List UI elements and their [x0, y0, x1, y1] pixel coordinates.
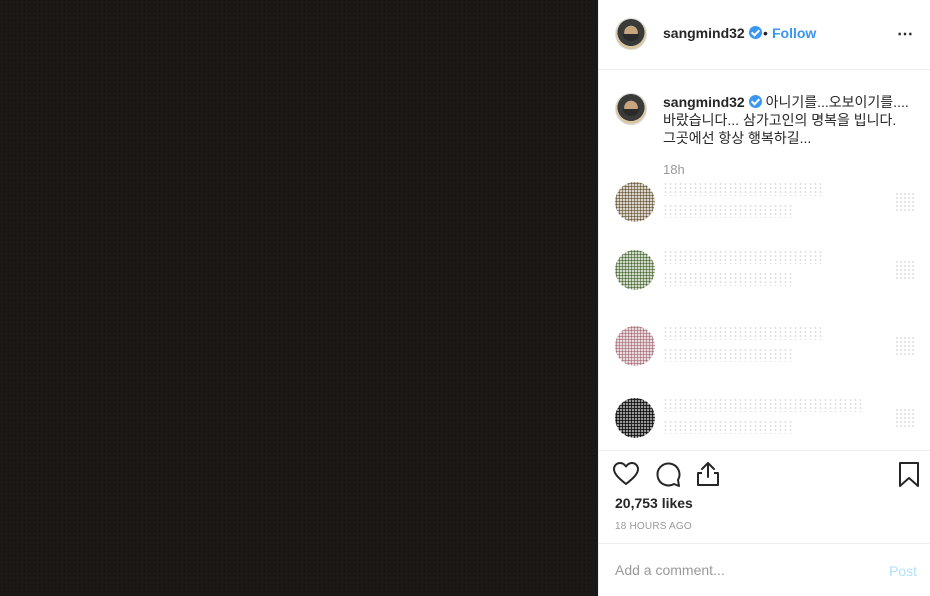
blurred-comment [615, 182, 915, 230]
username-link[interactable]: sangmind32 [663, 25, 745, 41]
comments-list[interactable]: sangmind32 아니기를...오보이기를.... 바랐습니다... 삼가고… [599, 70, 930, 450]
blurred-comment-text [663, 204, 793, 218]
post-timestamp[interactable]: 18 HOURS AGO [615, 521, 692, 532]
blurred-heart-icon [895, 336, 915, 356]
separator-dot: • [763, 25, 768, 41]
blurred-avatar [615, 250, 655, 290]
verified-badge-icon [748, 95, 762, 108]
blurred-avatar [615, 182, 655, 222]
caption-avatar[interactable] [615, 93, 647, 125]
header-user: sangmind32 [663, 25, 762, 43]
blurred-avatar [615, 326, 655, 366]
share-icon[interactable] [693, 459, 723, 489]
verified-badge-icon [748, 26, 762, 39]
post-media-image[interactable] [0, 0, 598, 596]
blurred-comment [615, 326, 915, 374]
blurred-heart-icon [895, 408, 915, 428]
post-header: sangmind32 • Follow ⋯ [599, 0, 930, 70]
comment-bubble-icon[interactable] [653, 459, 683, 489]
blurred-comment-text [663, 326, 823, 340]
caption: sangmind32 아니기를...오보이기를.... 바랐습니다... 삼가고… [663, 93, 913, 147]
post-actions: 20,753 likes 18 HOURS AGO [599, 450, 930, 546]
post-comment-button[interactable]: Post [889, 563, 917, 579]
caption-username[interactable]: sangmind32 [663, 94, 745, 110]
blurred-comment-text [663, 272, 793, 286]
comment-input[interactable] [615, 562, 865, 578]
blurred-comment-text [663, 420, 793, 434]
comment-form: Post [599, 543, 930, 596]
likes-count[interactable]: 20,753 likes [615, 495, 693, 511]
blurred-heart-icon [895, 192, 915, 212]
blurred-heart-icon [895, 260, 915, 280]
post-side-panel: sangmind32 • Follow ⋯ sangmind32 아니기를...… [598, 0, 930, 596]
follow-button[interactable]: Follow [772, 25, 816, 41]
blurred-comment [615, 398, 915, 446]
like-heart-icon[interactable] [611, 459, 641, 489]
blurred-comment-text [663, 182, 823, 196]
blurred-comment-text [663, 348, 793, 362]
blurred-comment [615, 250, 915, 298]
avatar[interactable] [615, 18, 647, 50]
more-options-icon[interactable]: ⋯ [897, 24, 914, 44]
bookmark-icon[interactable] [894, 459, 924, 489]
blurred-avatar [615, 398, 655, 438]
caption-time[interactable]: 18h [663, 162, 685, 177]
blurred-comment-text [663, 250, 823, 264]
blurred-comment-text [663, 398, 863, 412]
